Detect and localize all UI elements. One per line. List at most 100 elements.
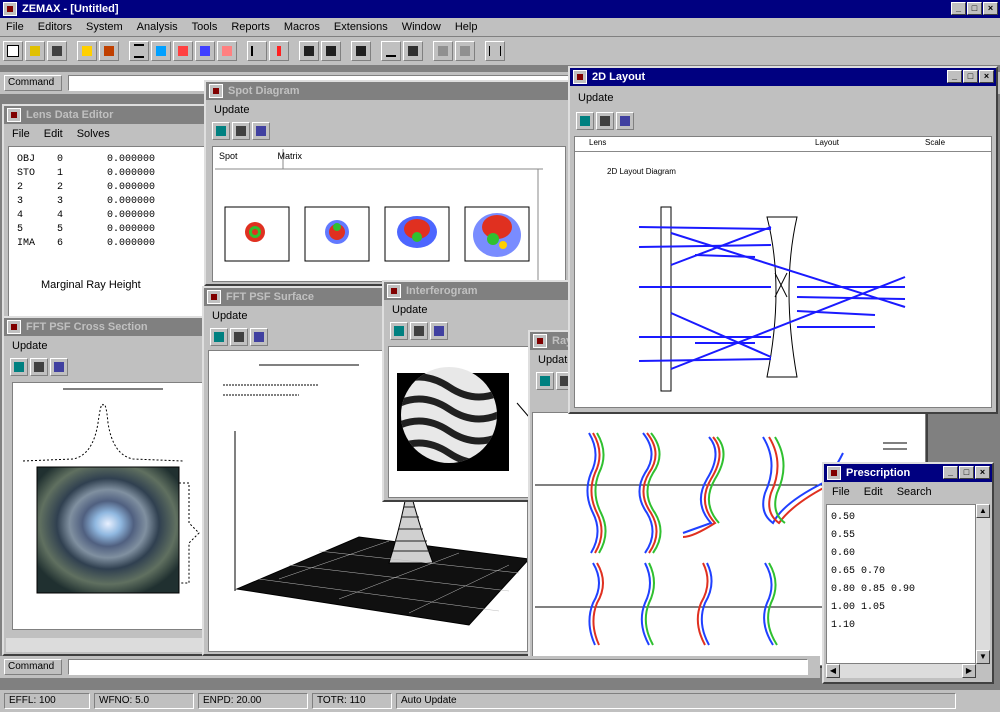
maximize-icon[interactable]: □ (959, 466, 974, 479)
settings-icon[interactable] (232, 122, 250, 140)
menu-item[interactable]: Tools (192, 21, 218, 33)
menu-item[interactable]: Editors (38, 21, 72, 33)
window-icon[interactable] (209, 84, 223, 98)
scroll-right-icon[interactable]: ▶ (962, 664, 976, 678)
text-line: 0.55 (831, 530, 856, 541)
menu-item[interactable]: Edit (864, 486, 883, 498)
window-icon[interactable] (387, 284, 401, 298)
print-icon[interactable] (390, 322, 408, 340)
menu-item[interactable]: Reports (231, 21, 270, 33)
settings-icon[interactable] (230, 328, 248, 346)
menu-item[interactable]: File (6, 21, 24, 33)
menu-item[interactable]: Update (392, 304, 427, 316)
tab-matrix[interactable]: Matrix (278, 151, 303, 161)
vertical-scrollbar[interactable]: ▲ ▼ (976, 504, 990, 664)
zoom-icon[interactable] (250, 328, 268, 346)
table-row[interactable]: OBJ 0 0.000000 (17, 153, 201, 167)
window-icon[interactable] (7, 108, 21, 122)
close-icon[interactable]: × (975, 466, 990, 479)
close-icon[interactable]: × (983, 2, 998, 15)
zoom-icon[interactable] (381, 41, 401, 61)
menu-item[interactable]: Macros (284, 21, 320, 33)
menu-item[interactable]: File (12, 128, 30, 140)
window-icon[interactable] (573, 70, 587, 84)
settings-icon[interactable] (410, 322, 428, 340)
menu-item[interactable]: Update (12, 340, 47, 352)
zoom-icon[interactable] (616, 112, 634, 130)
menu-item[interactable]: Update (212, 310, 247, 322)
print-icon[interactable] (576, 112, 594, 130)
table-row[interactable]: IMA 6 0.000000 (17, 237, 201, 251)
tab-spot[interactable]: Spot (219, 151, 238, 161)
table-row[interactable]: 3 3 0.000000 (17, 195, 201, 209)
table-row[interactable]: STO 1 0.000000 (17, 167, 201, 181)
menu-item[interactable]: Window (402, 21, 441, 33)
mtf-icon[interactable] (151, 41, 171, 61)
help-icon[interactable] (485, 41, 505, 61)
wavefront-icon[interactable] (99, 41, 119, 61)
tolerance-icon[interactable] (321, 41, 341, 61)
table-footer: Marginal Ray Height (41, 279, 141, 291)
optimize-icon[interactable] (269, 41, 289, 61)
maximize-icon[interactable]: □ (967, 2, 982, 15)
layout-icon[interactable] (77, 41, 97, 61)
settings-icon[interactable] (30, 358, 48, 376)
zoom-icon[interactable] (252, 122, 270, 140)
menu-item[interactable]: Update (578, 92, 613, 104)
menu-item[interactable]: Help (455, 21, 478, 33)
settings-icon[interactable] (596, 112, 614, 130)
scroll-up-icon[interactable]: ▲ (976, 504, 990, 518)
print-icon[interactable] (210, 328, 228, 346)
menu-item[interactable]: System (86, 21, 123, 33)
minimize-icon[interactable]: _ (951, 2, 966, 15)
menu-item[interactable]: Analysis (137, 21, 178, 33)
update-icon[interactable] (351, 41, 371, 61)
menu-item[interactable]: File (832, 486, 850, 498)
extra-icon[interactable] (433, 41, 453, 61)
main-toolbar (0, 37, 1000, 65)
scroll-down-icon[interactable]: ▼ (976, 650, 990, 664)
table-row[interactable]: 2 2 0.000000 (17, 181, 201, 195)
print-icon[interactable] (536, 372, 554, 390)
zoom-icon[interactable] (430, 322, 448, 340)
save-icon[interactable] (47, 41, 67, 61)
menu-item[interactable]: Solves (77, 128, 110, 140)
menu-item[interactable]: Edit (44, 128, 63, 140)
window-icon[interactable] (533, 334, 547, 348)
layout-subtitle: 2D Layout Diagram (607, 167, 676, 176)
merit-icon[interactable] (299, 41, 319, 61)
print-icon[interactable] (10, 358, 28, 376)
window-icon[interactable] (827, 466, 841, 480)
zoom-icon[interactable] (50, 358, 68, 376)
menu-item[interactable]: Extensions (334, 21, 388, 33)
maximize-icon[interactable]: □ (963, 70, 978, 83)
new-icon[interactable] (3, 41, 23, 61)
command-input[interactable] (68, 659, 808, 675)
open-icon[interactable] (25, 41, 45, 61)
table-row[interactable]: 5 5 0.000000 (17, 223, 201, 237)
window-icon[interactable] (7, 320, 21, 334)
app-icon[interactable] (3, 2, 17, 16)
layout-plot: Lens Layout Scale 2D Layout Diagram (574, 136, 992, 408)
menu-item[interactable]: Search (897, 486, 932, 498)
horizontal-scrollbar[interactable]: ◀ ▶ (826, 664, 976, 678)
close-icon[interactable]: × (979, 70, 994, 83)
window-icon[interactable] (207, 290, 221, 304)
minimize-icon[interactable]: _ (947, 70, 962, 83)
menu-item[interactable]: Update (214, 104, 249, 116)
minimize-icon[interactable]: _ (943, 466, 958, 479)
command-label: Command (4, 75, 62, 91)
lens-data-icon[interactable] (403, 41, 423, 61)
opd-icon[interactable] (217, 41, 237, 61)
window-menubar: Update (206, 102, 570, 118)
field-curvature-icon[interactable] (247, 41, 267, 61)
spot-icon[interactable] (129, 41, 149, 61)
scroll-left-icon[interactable]: ◀ (826, 664, 840, 678)
psf-icon[interactable] (173, 41, 193, 61)
horizontal-scrollbar[interactable] (6, 638, 212, 652)
print-icon[interactable] (212, 122, 230, 140)
extra-icon[interactable] (455, 41, 475, 61)
table-row[interactable]: 4 4 0.000000 (17, 209, 201, 223)
window-title: Interferogram (406, 285, 478, 297)
ray-fan-icon[interactable] (195, 41, 215, 61)
